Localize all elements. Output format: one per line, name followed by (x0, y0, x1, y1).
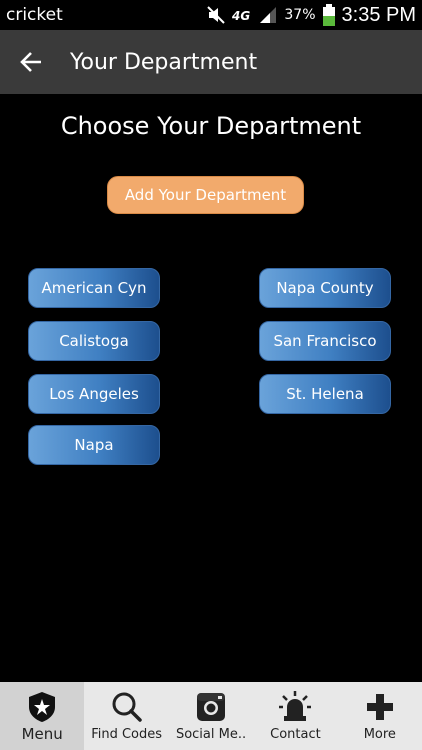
department-button-st-helena[interactable]: St. Helena (259, 374, 391, 414)
action-bar: Your Department (0, 30, 422, 94)
department-button-los-angeles[interactable]: Los Angeles (28, 374, 160, 414)
badge-star-icon (29, 692, 56, 722)
department-button-calistoga[interactable]: Calistoga (28, 321, 160, 361)
nav-label-contact: Contact (270, 727, 321, 742)
back-button[interactable] (0, 30, 62, 94)
signal-icon (258, 6, 278, 24)
status-bar: cricket 4G 37% 3:35 PM (0, 0, 422, 30)
main-content: Choose Your Department Add Your Departme… (0, 94, 422, 682)
battery-percent: 37% (284, 7, 316, 23)
nav-label-menu: Menu (21, 725, 63, 743)
siren-icon (279, 691, 312, 721)
department-button-american-cyn[interactable]: American Cyn (28, 268, 160, 308)
nav-item-find-codes[interactable]: Find Codes (84, 682, 168, 750)
instagram-icon (197, 693, 226, 721)
section-heading: Choose Your Department (60, 112, 362, 140)
carrier-name: cricket (6, 5, 63, 25)
search-icon (112, 692, 142, 722)
department-button-napa[interactable]: Napa (28, 425, 160, 465)
svg-text:4G: 4G (232, 9, 250, 23)
page-title: Your Department (70, 49, 258, 75)
add-department-button[interactable]: Add Your Department (107, 176, 304, 214)
nav-label-social-media: Social Me.. (175, 727, 247, 742)
arrow-left-icon (20, 52, 41, 72)
nav-item-more[interactable]: More (338, 682, 422, 750)
clock: 3:35 PM (341, 3, 416, 26)
bottom-nav: Menu Find Codes Social Me.. Contact More (0, 682, 422, 750)
battery-icon (322, 4, 336, 26)
mute-icon (206, 6, 226, 24)
network-4g-icon: 4G (232, 6, 252, 24)
department-button-san-francisco[interactable]: San Francisco (259, 321, 391, 361)
nav-item-menu[interactable]: Menu (0, 682, 85, 750)
plus-icon (366, 694, 393, 720)
nav-item-contact[interactable]: Contact (253, 682, 337, 750)
department-button-napa-county[interactable]: Napa County (259, 268, 391, 308)
nav-label-find-codes: Find Codes (91, 727, 163, 742)
nav-label-more: More (363, 727, 396, 742)
status-icons: 4G 37% 3:35 PM (206, 4, 416, 27)
nav-item-social-media[interactable]: Social Me.. (169, 682, 253, 750)
